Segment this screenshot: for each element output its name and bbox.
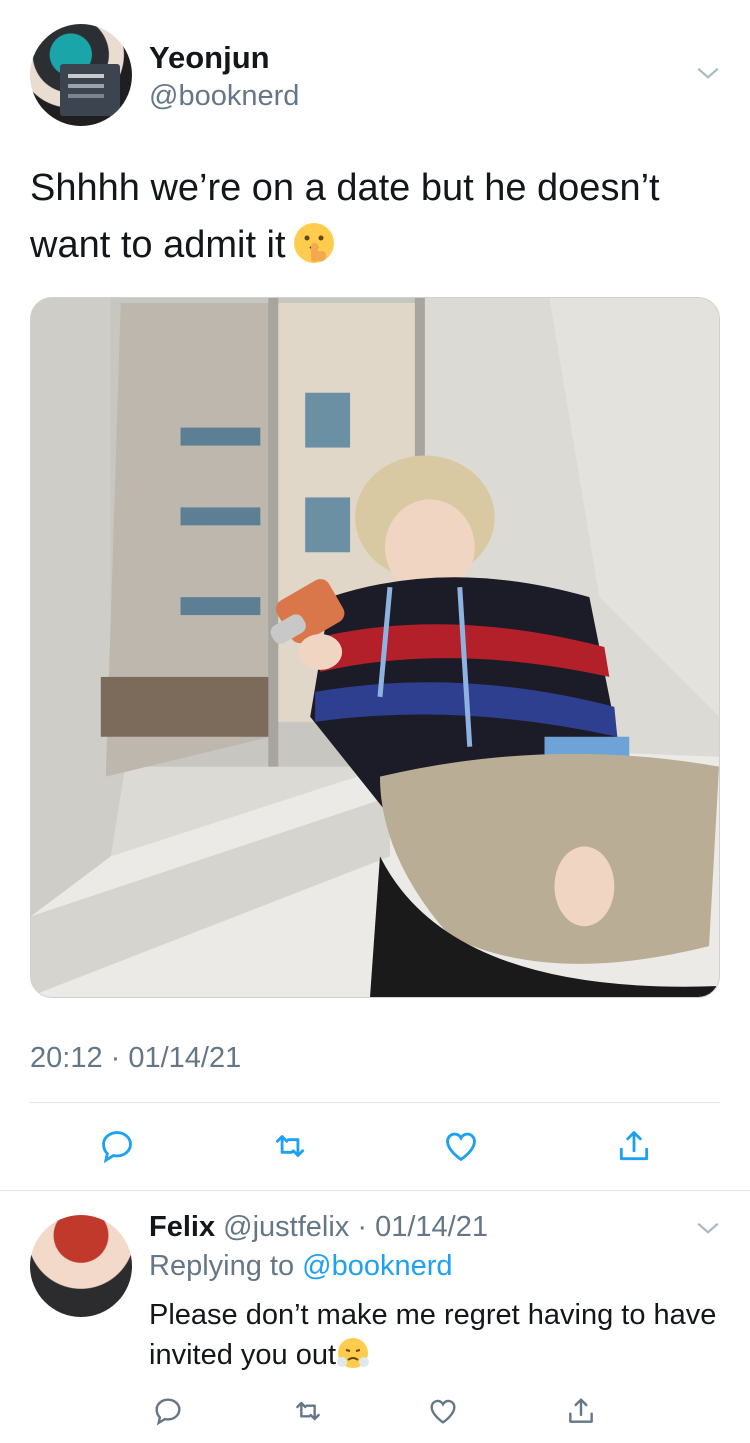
tweet-text-body: Shhhh we’re on a date but he doesn’t wan… [30,167,660,266]
tweet-timestamp[interactable]: 20:12 · 01/14/21 [30,1042,241,1075]
photo-person-drinking-by-window-icon [31,298,719,997]
author-avatar[interactable] [30,24,132,126]
reply-header: Felix @justfelix · 01/14/21 [149,1211,488,1244]
chevron-down-icon[interactable] [695,60,721,86]
replying-to: Replying to @booknerd [149,1250,453,1283]
divider [30,1102,720,1103]
reply-text-body: Please don’t make me regret having to ha… [149,1299,717,1371]
tweet-photo[interactable] [30,297,720,998]
author-handle[interactable]: @booknerd [149,80,299,113]
like-icon[interactable] [421,1389,465,1433]
like-icon[interactable] [439,1124,483,1168]
replying-prefix: Replying to [149,1250,295,1282]
retweet-icon[interactable] [286,1389,330,1433]
replying-handle-link[interactable]: @booknerd [302,1250,452,1282]
reply-author-name[interactable]: Felix [149,1211,215,1243]
main-tweet: Yeonjun @booknerd Shhhh we’re on a date … [0,0,750,1190]
reply-author-meta[interactable]: @justfelix · 01/14/21 [223,1211,488,1243]
chevron-down-icon[interactable] [695,1215,721,1241]
author-name[interactable]: Yeonjun [149,40,270,76]
face-with-steam-from-nose-icon [336,1336,370,1370]
reply-tweet: Felix @justfelix · 01/14/21 Replying to … [0,1191,750,1443]
tweet-text: Shhhh we’re on a date but he doesn’t wan… [30,160,720,274]
reply-icon[interactable] [146,1389,190,1433]
retweet-icon[interactable] [268,1124,312,1168]
reply-author-avatar[interactable] [30,1215,132,1317]
shushing-face-icon [292,221,336,265]
reply-icon[interactable] [95,1124,139,1168]
share-icon[interactable] [559,1389,603,1433]
share-icon[interactable] [612,1124,656,1168]
reply-text: Please don’t make me regret having to ha… [149,1295,729,1375]
